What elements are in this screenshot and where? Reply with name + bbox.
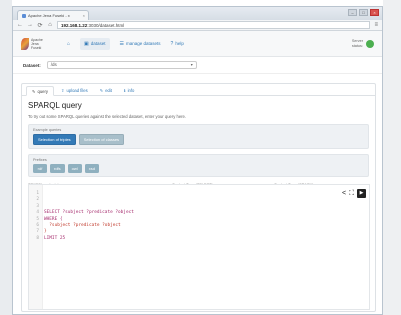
feather-logo-icon xyxy=(21,37,29,50)
tab-info[interactable]: ℹ info xyxy=(119,85,139,95)
example-buttons: Selection of triples Selection of classe… xyxy=(33,134,364,145)
url-host: 192.168.1.22 xyxy=(61,23,88,28)
prefix-rdf-button[interactable]: rdf xyxy=(33,164,47,173)
nav-dataset[interactable]: ▣ dataset xyxy=(80,37,110,50)
query-editor[interactable]: < ⛶ ▶ 1 2 3 4 SELECT ?subject ?predicate ?ob… xyxy=(28,184,370,310)
code-text: ?subject ?predicate ?object xyxy=(44,223,121,229)
tab-close-icon[interactable]: × xyxy=(83,13,85,18)
browser-titlebar: Apache Jena Fuseki - x × – □ × xyxy=(13,7,382,20)
tab-edit-label: edit xyxy=(105,87,112,93)
query-panel: ✎ query ⇧ upload files ✎ edit ℹ info SPA… xyxy=(21,83,376,312)
code-text: LIMIT 25 xyxy=(44,235,66,241)
chevron-down-icon: ▾ xyxy=(190,62,193,67)
info-icon: ℹ xyxy=(123,87,126,93)
dataset-label: Dataset: xyxy=(23,62,41,68)
nav-help-label: help xyxy=(175,41,184,46)
browser-window: Apache Jena Fuseki - x × – □ × ← → ⟳ ⌂ 1… xyxy=(12,6,383,315)
prefix-rdfs-button[interactable]: rdfs xyxy=(50,164,65,173)
editor-toolbar: < ⛶ ▶ xyxy=(342,189,366,198)
url-path: :3030/dataset.html xyxy=(87,23,125,28)
browser-menu-icon[interactable]: ≡ xyxy=(374,22,378,28)
fullscreen-icon[interactable]: ⛶ xyxy=(349,190,354,197)
main-nav: ⌂ ▣ dataset ☰ manage datasets ? help xyxy=(67,37,184,50)
tab-query-label: query xyxy=(37,88,48,94)
share-icon[interactable]: < xyxy=(342,190,346,197)
app-header: Apache Jena Fuseki ⌂ ▣ dataset ☰ manage … xyxy=(13,31,382,57)
example-queries-group: Example queries Selection of triples Sel… xyxy=(28,124,369,149)
tab-title: Apache Jena Fuseki - x xyxy=(28,13,70,18)
tab-upload-label: upload files xyxy=(66,87,88,93)
list-icon: ☰ xyxy=(119,40,125,47)
code-line: 8 LIMIT 25 xyxy=(31,236,134,242)
query-description: To try out some SPARQL queries against t… xyxy=(28,114,187,119)
reload-icon[interactable]: ⟳ xyxy=(37,22,43,29)
prefixes-label: Prefixes xyxy=(33,158,47,162)
prefixes-group: Prefixes rdf rdfs owl xsd xyxy=(28,154,369,177)
fuseki-logo[interactable]: Apache Jena Fuseki xyxy=(21,36,55,52)
dataset-selected-value: /ds xyxy=(50,62,57,67)
tab-upload-files[interactable]: ⇧ upload files xyxy=(56,85,93,95)
help-icon: ? xyxy=(170,40,174,47)
example-queries-label: Example queries xyxy=(33,128,62,132)
prefix-owl-button[interactable]: owl xyxy=(67,164,82,173)
nav-help[interactable]: ? help xyxy=(171,41,184,47)
dataset-icon: ▣ xyxy=(84,40,89,47)
upload-icon: ⇧ xyxy=(61,87,65,93)
prefix-buttons: rdf rdfs owl xsd xyxy=(33,164,364,173)
tab-info-label: info xyxy=(127,87,135,93)
back-arrow-icon[interactable]: ← xyxy=(17,22,23,28)
nav-manage-label: manage datasets xyxy=(126,41,161,46)
window-controls: – □ × xyxy=(348,9,379,16)
dataset-selector-row: Dataset: /ds ▾ xyxy=(13,57,382,74)
favicon-icon xyxy=(22,13,26,18)
minimize-button[interactable]: – xyxy=(348,9,357,16)
maximize-button[interactable]: □ xyxy=(359,9,368,16)
page-title: SPARQL query xyxy=(28,101,82,110)
status-ok-indicator xyxy=(366,39,374,48)
forward-arrow-icon[interactable]: → xyxy=(27,22,33,28)
example-selection-of-triples-button[interactable]: Selection of triples xyxy=(33,134,76,145)
home-icon[interactable]: ⌂ xyxy=(47,22,53,28)
code-lines: 1 2 3 4 SELECT ?subject ?predicate ?object 5 W… xyxy=(31,191,134,242)
prefix-xsd-button[interactable]: xsd xyxy=(84,164,99,173)
edit-icon: ✎ xyxy=(99,87,104,93)
browser-tab[interactable]: Apache Jena Fuseki - x × xyxy=(17,10,89,20)
server-status-label: Server status: xyxy=(351,39,363,48)
logo-text: Apache Jena Fuseki xyxy=(31,37,43,50)
url-field[interactable]: 192.168.1.22:3030/dataset.html xyxy=(57,21,371,29)
screen-left-margin xyxy=(0,0,12,315)
nav-manage-datasets[interactable]: ☰ manage datasets xyxy=(120,41,161,47)
nav-dataset-label: dataset xyxy=(90,41,106,46)
pencil-icon: ✎ xyxy=(32,88,36,94)
nav-home[interactable]: ⌂ xyxy=(67,41,70,47)
server-status: Server status: xyxy=(352,39,374,48)
tab-edit[interactable]: ✎ edit xyxy=(95,85,117,95)
run-query-icon[interactable]: ▶ xyxy=(357,189,366,198)
example-selection-of-classes-button[interactable]: Selection of classes xyxy=(78,134,125,145)
home-nav-icon: ⌂ xyxy=(67,40,71,47)
address-bar: ← → ⟳ ⌂ 192.168.1.22:3030/dataset.html ≡ xyxy=(13,20,382,31)
panel-tabs: ✎ query ⇧ upload files ✎ edit ℹ info xyxy=(22,84,375,96)
dataset-select[interactable]: /ds ▾ xyxy=(46,61,197,69)
tab-query[interactable]: ✎ query xyxy=(26,86,54,96)
close-window-button[interactable]: × xyxy=(370,9,379,16)
screen-right-margin xyxy=(383,0,401,315)
line-number: 8 xyxy=(36,235,39,241)
